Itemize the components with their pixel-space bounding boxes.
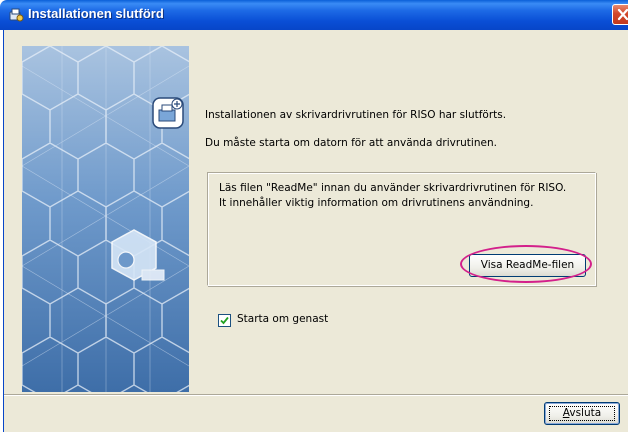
readme-info-line2: It innehåller viktig information om driv… bbox=[219, 197, 534, 209]
install-complete-text: Installationen av skrivardrivrutinen för… bbox=[205, 109, 507, 121]
installer-dialog: Installationen slutförd Installationen a… bbox=[0, 0, 628, 432]
checkmark-icon bbox=[220, 316, 229, 325]
footer-separator-highlight bbox=[4, 395, 628, 396]
title-bar[interactable]: Installationen slutförd bbox=[0, 0, 628, 30]
close-icon bbox=[617, 8, 628, 21]
readme-info-line1: Läs filen "ReadMe" innan du använder skr… bbox=[219, 182, 567, 194]
restart-now-label: Starta om genast bbox=[237, 313, 329, 325]
restart-now-checkbox[interactable] bbox=[218, 314, 231, 327]
dialog-body: Installationen av skrivardrivrutinen för… bbox=[3, 30, 628, 432]
printer-badge-icon bbox=[152, 97, 184, 129]
readme-group: Läs filen "ReadMe" innan du använder skr… bbox=[207, 172, 596, 286]
finish-button[interactable]: Avsluta bbox=[544, 402, 620, 425]
restart-required-text: Du måste starta om datorn för att använd… bbox=[205, 137, 497, 149]
installer-illustration bbox=[22, 46, 189, 392]
focus-ring bbox=[549, 406, 615, 421]
highlight-ellipse bbox=[460, 245, 592, 283]
installer-icon bbox=[8, 7, 24, 23]
close-button[interactable] bbox=[612, 4, 628, 25]
window-title: Installationen slutförd bbox=[28, 6, 164, 21]
